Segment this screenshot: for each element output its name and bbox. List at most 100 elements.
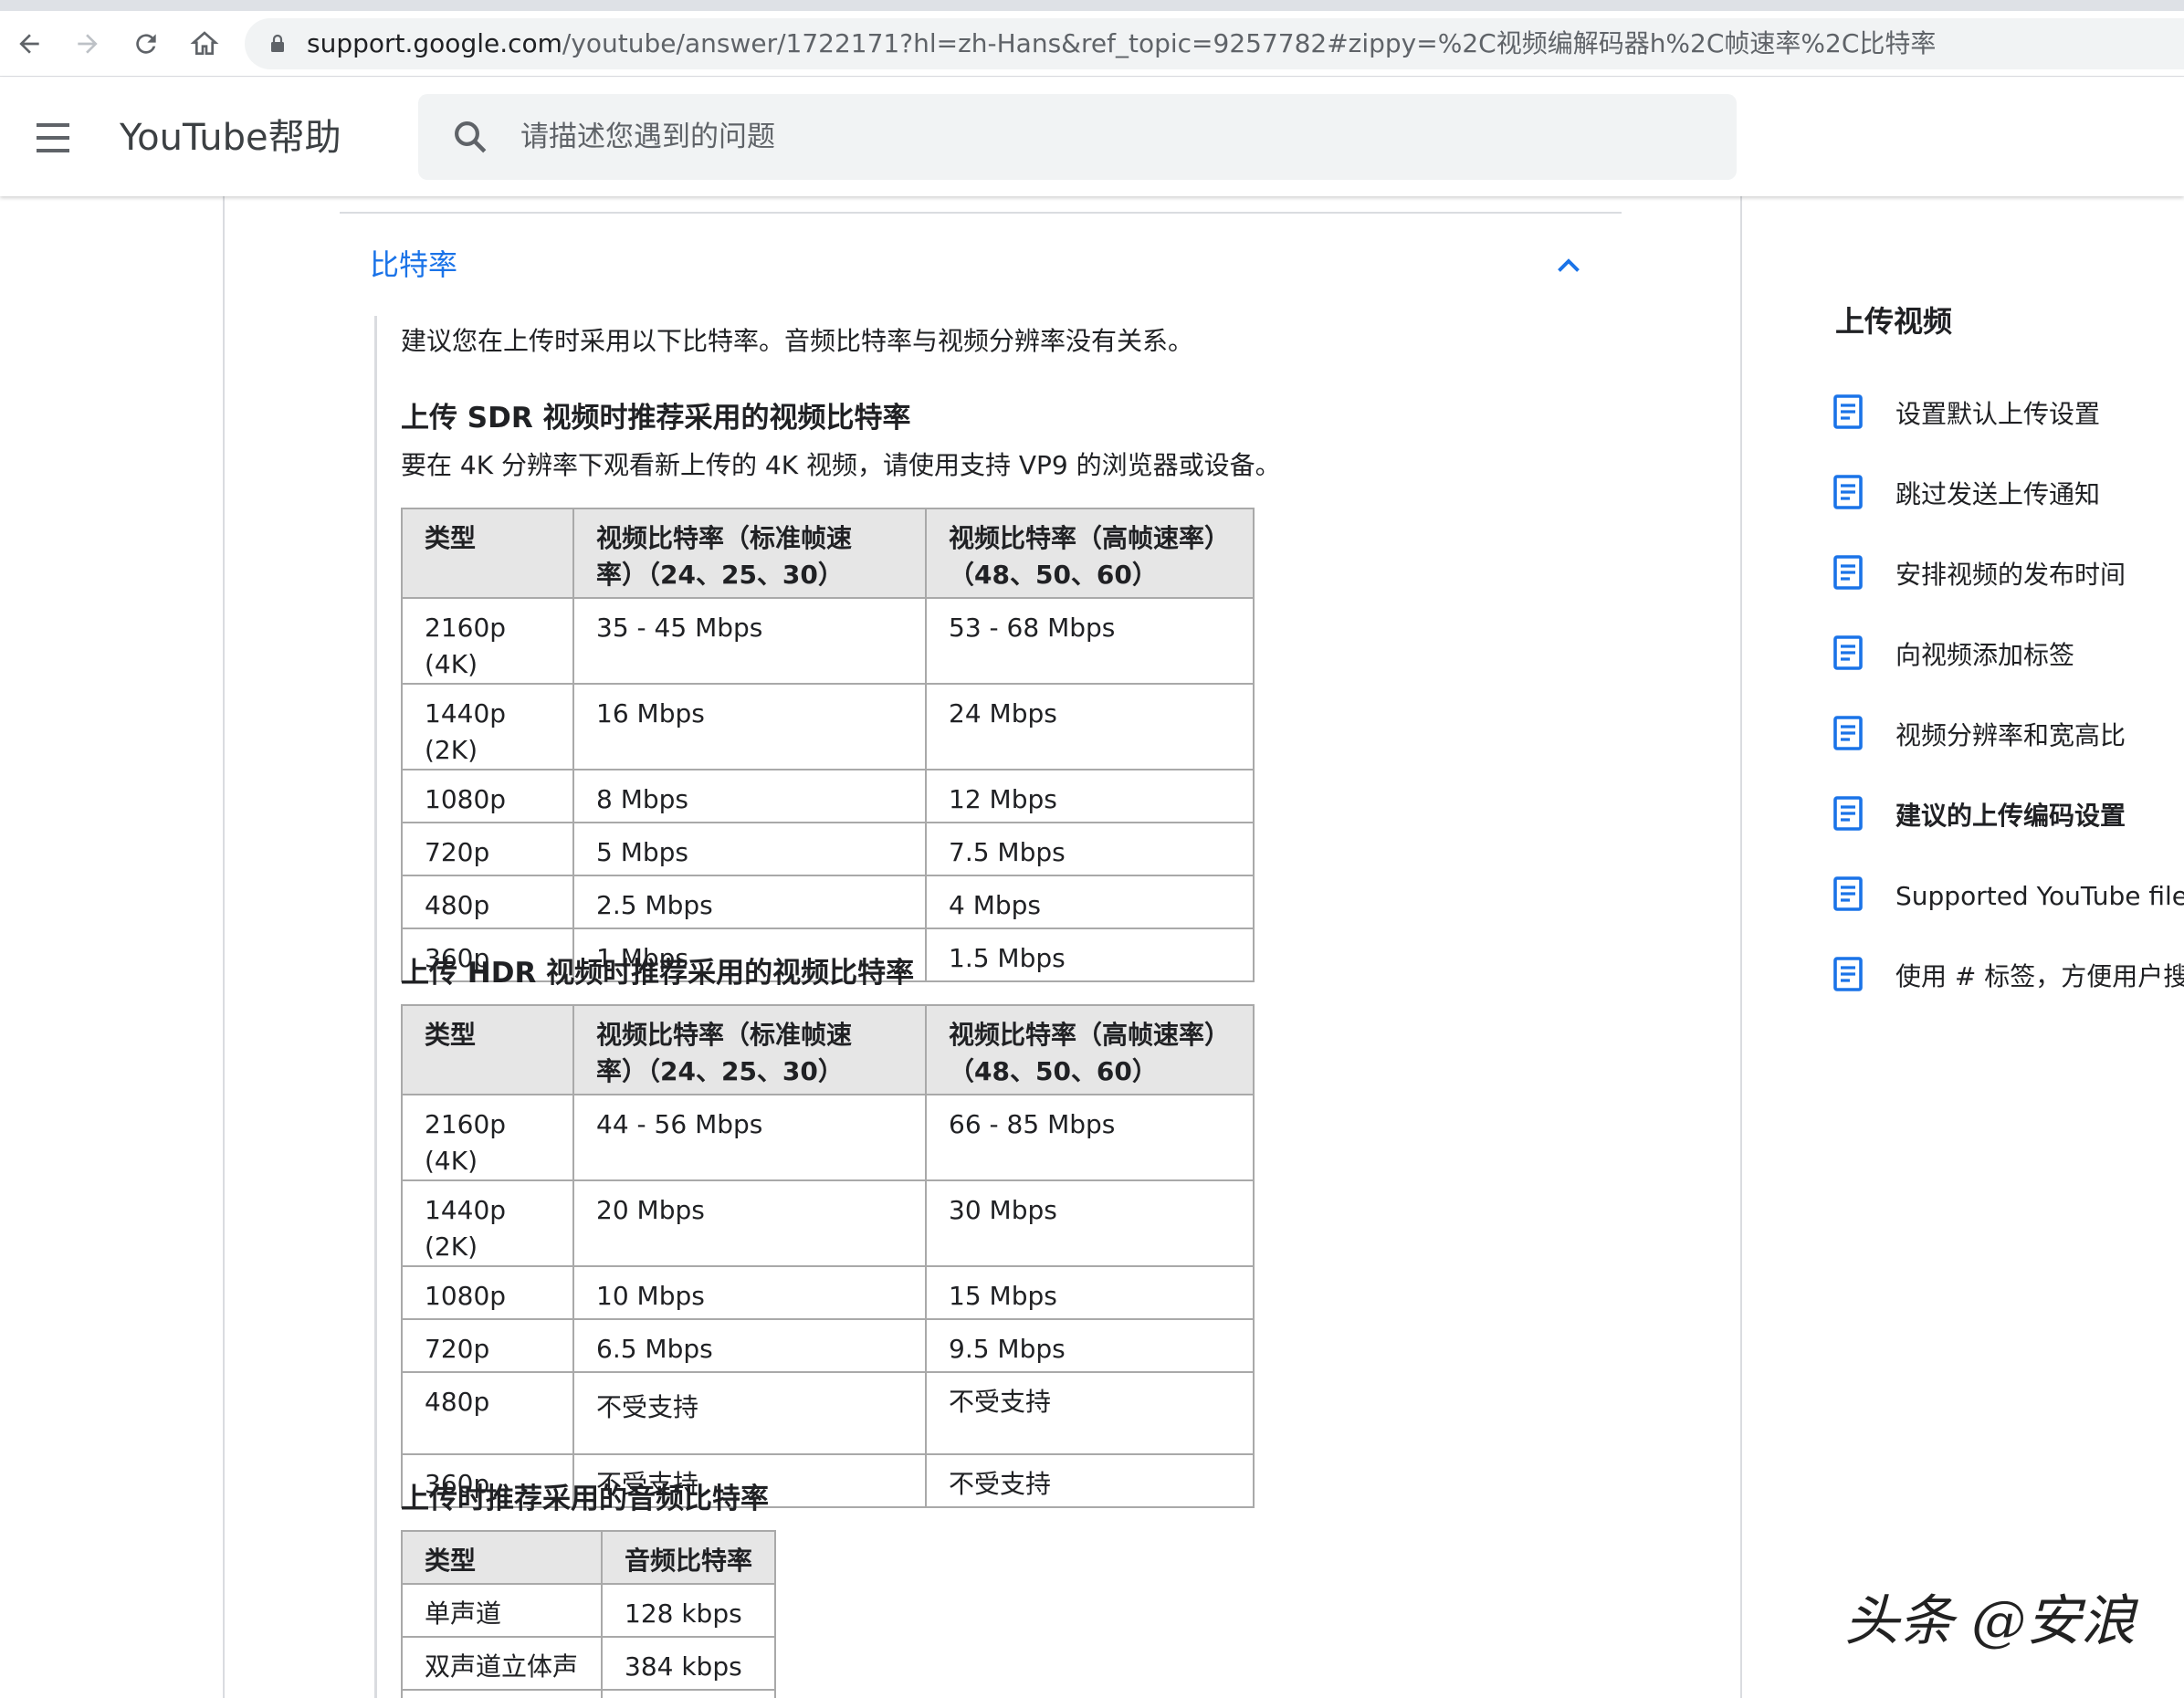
cell: 8 Mbps [572, 769, 927, 823]
table-row: 480p 2.5 Mbps 4 Mbps [401, 875, 1255, 929]
cell: 1440p (2K) [401, 683, 574, 770]
document-icon [1833, 876, 1863, 911]
sidebar-item-skip-notifications[interactable]: 跳过发送上传通知 [1833, 467, 2184, 522]
cell: 12 Mbps [925, 769, 1255, 823]
cell: 35 - 45 Mbps [572, 597, 927, 685]
cell: 9.5 Mbps [925, 1318, 1255, 1373]
column-header: 音频比特率 [601, 1530, 776, 1585]
cell: 2160p (4K) [401, 597, 574, 685]
cell: 10 Mbps [572, 1265, 927, 1320]
cell: 2.5 Mbps [572, 875, 927, 929]
document-icon [1833, 635, 1863, 670]
document-icon [1833, 475, 1863, 509]
sidebar-item-label: 建议的上传编码设置 [1895, 801, 2126, 831]
chevron-up-icon[interactable] [1552, 250, 1585, 283]
sidebar-item-default-upload-settings[interactable]: 设置默认上传设置 [1833, 387, 2184, 442]
sidebar-title: 上传视频 [1835, 304, 1953, 339]
help-search[interactable] [418, 94, 1737, 180]
column-header: 视频比特率（高帧速率）（48、50、60） [925, 508, 1255, 599]
address-bar[interactable]: support.google.com/youtube/answer/172217… [245, 18, 2184, 69]
table-row [401, 1689, 776, 1698]
cell: 53 - 68 Mbps [925, 597, 1255, 685]
cell: 不受支持 [925, 1371, 1255, 1455]
sidebar-item-label: 向视频添加标签 [1895, 640, 2075, 670]
column-header: 视频比特率（高帧速率）（48、50、60） [925, 1004, 1255, 1095]
sidebar-item-hashtags[interactable]: 使用 # 标签，方便用户搜 [1833, 949, 2184, 1004]
cell: 20 Mbps [572, 1179, 927, 1267]
sidebar-item-add-tags[interactable]: 向视频添加标签 [1833, 628, 2184, 683]
sidebar-item-schedule-publish[interactable]: 安排视频的发布时间 [1833, 548, 2184, 603]
divider [340, 212, 1622, 214]
url-text: support.google.com/youtube/answer/172217… [307, 28, 1937, 58]
table-row: 双声道立体声 384 kbps [401, 1636, 776, 1691]
column-header: 类型 [401, 1004, 574, 1095]
audio-bitrate-table: 类型 音频比特率 单声道 128 kbps 双声道立体声 384 kbps [401, 1530, 776, 1698]
document-icon [1833, 716, 1863, 750]
sidebar-item-label: Supported YouTube file fo [1895, 881, 2184, 911]
cell [601, 1689, 776, 1698]
cell: 128 kbps [601, 1583, 776, 1638]
cell: 16 Mbps [572, 683, 927, 770]
back-button[interactable] [9, 24, 49, 64]
document-icon [1833, 957, 1863, 991]
cell: 1.5 Mbps [925, 928, 1255, 982]
cell: 1080p [401, 1265, 574, 1320]
sidebar-item-label: 安排视频的发布时间 [1895, 560, 2126, 590]
sdr-bitrate-table: 类型 视频比特率（标准帧速率）（24、25、30） 视频比特率（高帧速率）（48… [401, 508, 1255, 982]
column-header: 视频比特率（标准帧速率）（24、25、30） [572, 508, 927, 599]
reload-icon [136, 34, 156, 54]
hdr-heading: 上传 HDR 视频时推荐采用的视频比特率 [401, 957, 915, 990]
cell: 720p [401, 1318, 574, 1373]
sidebar-item-resolution-aspect[interactable]: 视频分辨率和宽高比 [1833, 708, 2184, 763]
table-row: 2160p (4K) 35 - 45 Mbps 53 - 68 Mbps [401, 597, 1255, 685]
zippy-content-bar [374, 316, 377, 1698]
cell: 384 kbps [601, 1636, 776, 1691]
cell: 1080p [401, 769, 574, 823]
sidebar-item-label: 跳过发送上传通知 [1895, 479, 2101, 509]
zippy-title-bitrate[interactable]: 比特率 [370, 245, 457, 285]
arrow-left-icon [19, 34, 39, 54]
table-row: 1080p 8 Mbps 12 Mbps [401, 769, 1255, 823]
cell: 双声道立体声 [401, 1636, 603, 1691]
table-row: 单声道 128 kbps [401, 1583, 776, 1638]
column-header: 视频比特率（标准帧速率）（24、25、30） [572, 1004, 927, 1095]
search-input[interactable] [520, 114, 1616, 160]
sidebar-item-label: 设置默认上传设置 [1895, 399, 2101, 429]
intro-text: 建议您在上传时采用以下比特率。音频比特率与视频分辨率没有关系。 [401, 326, 1194, 356]
table-row: 1440p (2K) 16 Mbps 24 Mbps [401, 683, 1255, 770]
cell: 7.5 Mbps [925, 822, 1255, 876]
sdr-note: 要在 4K 分辨率下观看新上传的 4K 视频，请使用支持 VP9 的浏览器或设备… [401, 450, 1281, 480]
column-header: 类型 [401, 508, 574, 599]
page: support.google.com/youtube/answer/172217… [0, 0, 2184, 1698]
watermark: 头条 @安浪 [1844, 1589, 2137, 1653]
lock-icon [271, 34, 284, 52]
cell: 44 - 56 Mbps [572, 1094, 927, 1181]
cell: 480p [401, 875, 574, 929]
cell: 5 Mbps [572, 822, 927, 876]
audio-heading: 上传时推荐采用的音频比特率 [401, 1483, 769, 1515]
forward-button[interactable] [68, 24, 108, 64]
sidebar-item-encoding-settings[interactable]: 建议的上传编码设置 [1833, 789, 2184, 844]
document-icon [1833, 796, 1863, 831]
reload-button[interactable] [126, 24, 166, 64]
cell: 2160p (4K) [401, 1094, 574, 1181]
sidebar-item-label: 视频分辨率和宽高比 [1895, 720, 2126, 750]
table-row: 1440p (2K) 20 Mbps 30 Mbps [401, 1179, 1255, 1267]
menu-icon[interactable] [33, 118, 77, 158]
search-icon[interactable] [451, 118, 489, 156]
cell: 不受支持 [572, 1371, 927, 1455]
sidebar-item-supported-file-formats[interactable]: Supported YouTube file fo [1833, 869, 2184, 924]
cell: 720p [401, 822, 574, 876]
app-header: YouTube帮助 [0, 78, 2184, 196]
app-title[interactable]: YouTube帮助 [120, 114, 341, 162]
home-button[interactable] [184, 24, 225, 64]
cell: 30 Mbps [925, 1179, 1255, 1267]
table-header-row: 类型 音频比特率 [401, 1530, 776, 1585]
cell: 480p [401, 1371, 574, 1455]
table-row: 2160p (4K) 44 - 56 Mbps 66 - 85 Mbps [401, 1094, 1255, 1181]
document-icon [1833, 555, 1863, 590]
cell: 6.5 Mbps [572, 1318, 927, 1373]
table-header-row: 类型 视频比特率（标准帧速率）（24、25、30） 视频比特率（高帧速率）（48… [401, 1004, 1255, 1095]
sdr-heading: 上传 SDR 视频时推荐采用的视频比特率 [401, 402, 911, 435]
sidebar-item-label: 使用 # 标签，方便用户搜 [1895, 961, 2184, 991]
